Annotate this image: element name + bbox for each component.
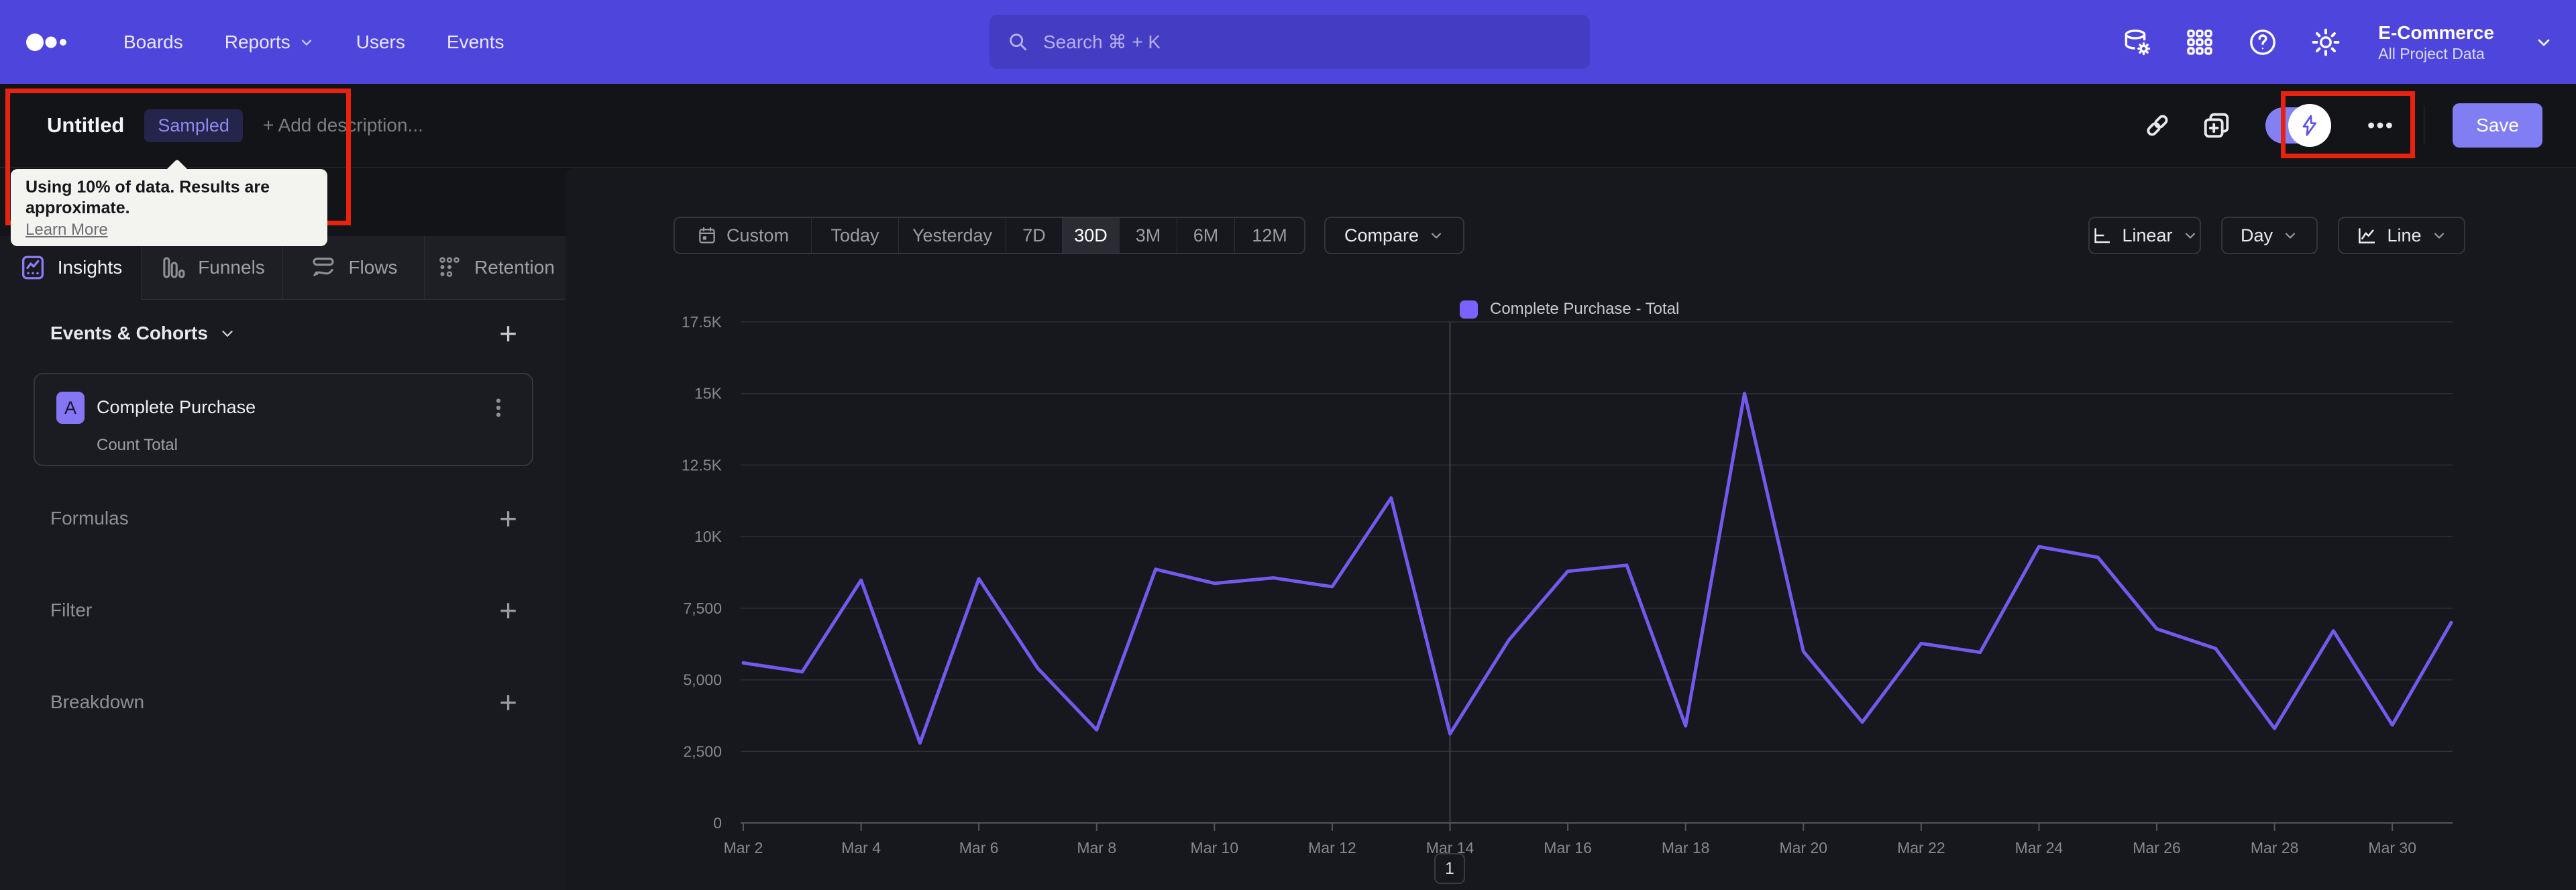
search-icon xyxy=(1010,33,1027,50)
project-scope: All Project Data xyxy=(2378,44,2485,62)
filter-section: Filter + xyxy=(50,595,517,626)
y-tick-label: 5,000 xyxy=(683,671,722,689)
save-button[interactable]: Save xyxy=(2453,103,2542,148)
add-formula-button[interactable]: + xyxy=(499,503,517,534)
x-tick-label: Mar 24 xyxy=(2015,839,2063,856)
settings-gear-icon[interactable] xyxy=(2310,26,2342,58)
x-tick-label: Mar 18 xyxy=(1662,839,1710,856)
breakdown-section: Breakdown + xyxy=(50,687,517,718)
nav-item-events[interactable]: Events xyxy=(447,32,504,53)
copy-link-icon[interactable] xyxy=(2142,110,2173,141)
nav-right: E-Commerce All Project Data xyxy=(2121,0,2553,84)
formulas-section: Formulas + xyxy=(50,503,517,534)
y-tick-label: 7,500 xyxy=(683,600,722,617)
sampling-toggle-knob xyxy=(2288,104,2332,147)
nav-item-boards[interactable]: Boards xyxy=(123,32,183,53)
report-title-row: Untitled Sampled + Add description... xyxy=(47,84,423,167)
y-tick-label: 0 xyxy=(713,814,722,832)
data-management-icon[interactable] xyxy=(2121,26,2153,58)
sampling-tooltip: Using 10% of data. Results are approxima… xyxy=(11,169,327,246)
nav-item-users[interactable]: Users xyxy=(356,32,405,53)
filter-label: Filter xyxy=(50,600,93,620)
x-tick-label: Mar 30 xyxy=(2368,839,2416,856)
search-input[interactable]: Search ⌘ + K xyxy=(989,15,1590,69)
x-tick-label: Mar 16 xyxy=(1544,839,1592,856)
more-options-icon[interactable] xyxy=(2365,110,2396,141)
formulas-label: Formulas xyxy=(50,508,129,529)
chart-panel: Custom Today Yesterday 7D 30D 3M 6M 12M Compare… xyxy=(566,168,2576,890)
x-tick-label: Mar 2 xyxy=(724,839,763,856)
add-event-button[interactable]: + xyxy=(499,318,517,349)
tooltip-text: Using 10% of data. Results are approxima… xyxy=(25,178,270,217)
line-chart[interactable]: 0 2,500 5,000 7,500 10K 12.5K 15K 17.5K Mar 2 Mar… xyxy=(566,168,2576,890)
x-tick-label: Mar 4 xyxy=(841,839,881,856)
event-letter-badge: A xyxy=(56,392,85,424)
query-sidebar: Insights Funnels Flows Retention Events & C… xyxy=(0,236,566,890)
funnels-icon xyxy=(163,257,185,278)
events-cohorts-dropdown[interactable]: Events & Cohorts xyxy=(50,323,236,344)
breakdown-label: Breakdown xyxy=(50,691,145,712)
series-line[interactable] xyxy=(741,392,2453,745)
project-switcher[interactable]: E-Commerce All Project Data xyxy=(2378,21,2494,64)
event-metric[interactable]: Count Total xyxy=(97,436,178,455)
report-title[interactable]: Untitled xyxy=(47,113,124,137)
nav-item-reports[interactable]: Reports xyxy=(225,32,315,53)
sampled-badge[interactable]: Sampled xyxy=(144,109,243,142)
add-filter-button[interactable]: + xyxy=(499,595,517,626)
events-section-header: Events & Cohorts + xyxy=(50,318,517,349)
insights-icon xyxy=(21,256,44,280)
chevron-down-icon xyxy=(222,331,233,337)
sampling-toggle[interactable] xyxy=(2265,104,2332,147)
add-description-button[interactable]: + Add description... xyxy=(263,115,423,136)
apps-grid-icon[interactable] xyxy=(2184,26,2216,58)
event-card[interactable]: A Complete Purchase Count Total xyxy=(34,373,533,466)
top-nav: Boards Reports Users Events Search ⌘ + K xyxy=(0,0,2576,84)
report-header-bar: Untitled Sampled + Add description... Sa… xyxy=(0,84,2576,168)
x-tick-label: Mar 22 xyxy=(1897,839,1945,856)
y-tick-label: 10K xyxy=(694,528,722,545)
event-name: Complete Purchase xyxy=(97,397,256,417)
x-tick-label: Mar 12 xyxy=(1308,839,1356,856)
chevron-down-icon xyxy=(2538,39,2550,46)
x-tick-label: Mar 28 xyxy=(2251,839,2299,856)
chevron-down-icon xyxy=(301,39,311,46)
nav-left: Boards Reports Users Events xyxy=(25,0,504,84)
pagination-page-1[interactable]: 1 xyxy=(1434,853,1465,884)
project-name: E-Commerce xyxy=(2378,21,2494,43)
y-tick-label: 15K xyxy=(694,385,722,402)
x-tick-label: Mar 20 xyxy=(1779,839,1827,856)
x-tick-label: Mar 8 xyxy=(1077,839,1116,856)
learn-more-link[interactable]: Learn More xyxy=(25,221,108,239)
x-tick-label: Mar 26 xyxy=(2133,839,2181,856)
y-tick-label: 2,500 xyxy=(683,742,722,760)
y-tick-label: 12.5K xyxy=(682,456,722,474)
search-placeholder: Search ⌘ + K xyxy=(1043,32,1161,52)
add-breakdown-button[interactable]: + xyxy=(499,687,517,718)
help-icon[interactable] xyxy=(2247,26,2279,58)
retention-icon xyxy=(439,257,460,277)
mixpanel-logo-icon[interactable] xyxy=(25,26,75,58)
nav-items: Boards Reports Users Events xyxy=(123,32,504,53)
lightning-bolt-icon xyxy=(2302,115,2317,136)
event-options-icon[interactable] xyxy=(486,396,511,420)
tab-retention[interactable]: Retention xyxy=(424,236,566,300)
x-tick-label: Mar 6 xyxy=(959,839,999,856)
add-to-board-icon[interactable] xyxy=(2201,110,2232,141)
report-actions: Save xyxy=(2142,84,2542,167)
app-window: Boards Reports Users Events Search ⌘ + K xyxy=(0,0,2576,890)
y-tick-label: 17.5K xyxy=(682,313,722,331)
x-tick-label: Mar 10 xyxy=(1191,839,1239,856)
flows-icon xyxy=(313,258,335,276)
